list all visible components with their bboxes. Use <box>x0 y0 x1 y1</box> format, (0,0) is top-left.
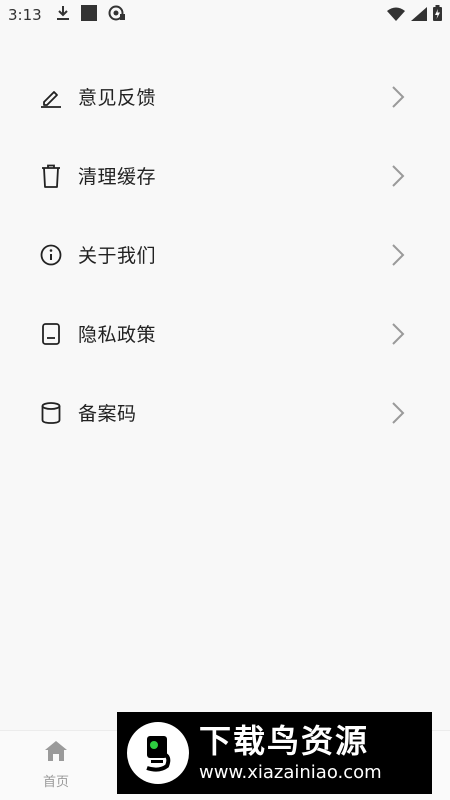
status-right <box>387 5 442 25</box>
menu-item-label: 关于我们 <box>78 245 157 267</box>
menu-item-privacy-policy[interactable]: 隐私政策 <box>0 294 450 373</box>
home-icon <box>43 739 69 767</box>
status-left: 3:13 <box>8 4 126 26</box>
menu-item-label: 清理缓存 <box>78 166 157 188</box>
chevron-right-icon <box>388 83 408 111</box>
chevron-right-icon <box>388 399 408 427</box>
menu-item-label: 隐私政策 <box>78 324 157 346</box>
menu-item-feedback[interactable]: 意见反馈 <box>0 57 450 136</box>
pen-edit-icon <box>38 84 64 110</box>
chevron-right-icon <box>388 241 408 269</box>
status-bar: 3:13 <box>0 0 450 30</box>
square-app-icon <box>80 4 98 26</box>
settings-menu: 意见反馈 清理缓存 关于我们 隐私政策 备案码 <box>0 57 450 452</box>
battery-icon <box>433 5 442 25</box>
document-icon <box>38 321 64 347</box>
menu-item-about-us[interactable]: 关于我们 <box>0 215 450 294</box>
menu-item-label: 意见反馈 <box>78 87 157 109</box>
chevron-right-icon <box>388 320 408 348</box>
cell-signal-icon <box>411 6 427 25</box>
menu-item-label: 备案码 <box>78 403 137 425</box>
wifi-icon <box>387 6 405 25</box>
database-icon <box>38 400 64 426</box>
nav-item-home[interactable]: 首页 <box>30 739 82 795</box>
status-time: 3:13 <box>8 6 42 24</box>
watermark-logo <box>127 722 189 784</box>
sync-app-icon <box>108 5 126 25</box>
info-icon <box>38 242 64 268</box>
watermark-url: www.xiazainiao.com <box>199 762 382 783</box>
menu-item-filing-code[interactable]: 备案码 <box>0 373 450 452</box>
trash-icon <box>38 163 64 189</box>
watermark-banner: 下载鸟资源 www.xiazainiao.com <box>117 712 432 794</box>
watermark-text: 下载鸟资源 www.xiazainiao.com <box>199 721 382 785</box>
download-icon <box>56 5 70 25</box>
menu-item-clear-cache[interactable]: 清理缓存 <box>0 136 450 215</box>
nav-item-label: 首页 <box>42 775 69 790</box>
chevron-right-icon <box>388 162 408 190</box>
watermark-title: 下载鸟资源 <box>199 722 370 760</box>
